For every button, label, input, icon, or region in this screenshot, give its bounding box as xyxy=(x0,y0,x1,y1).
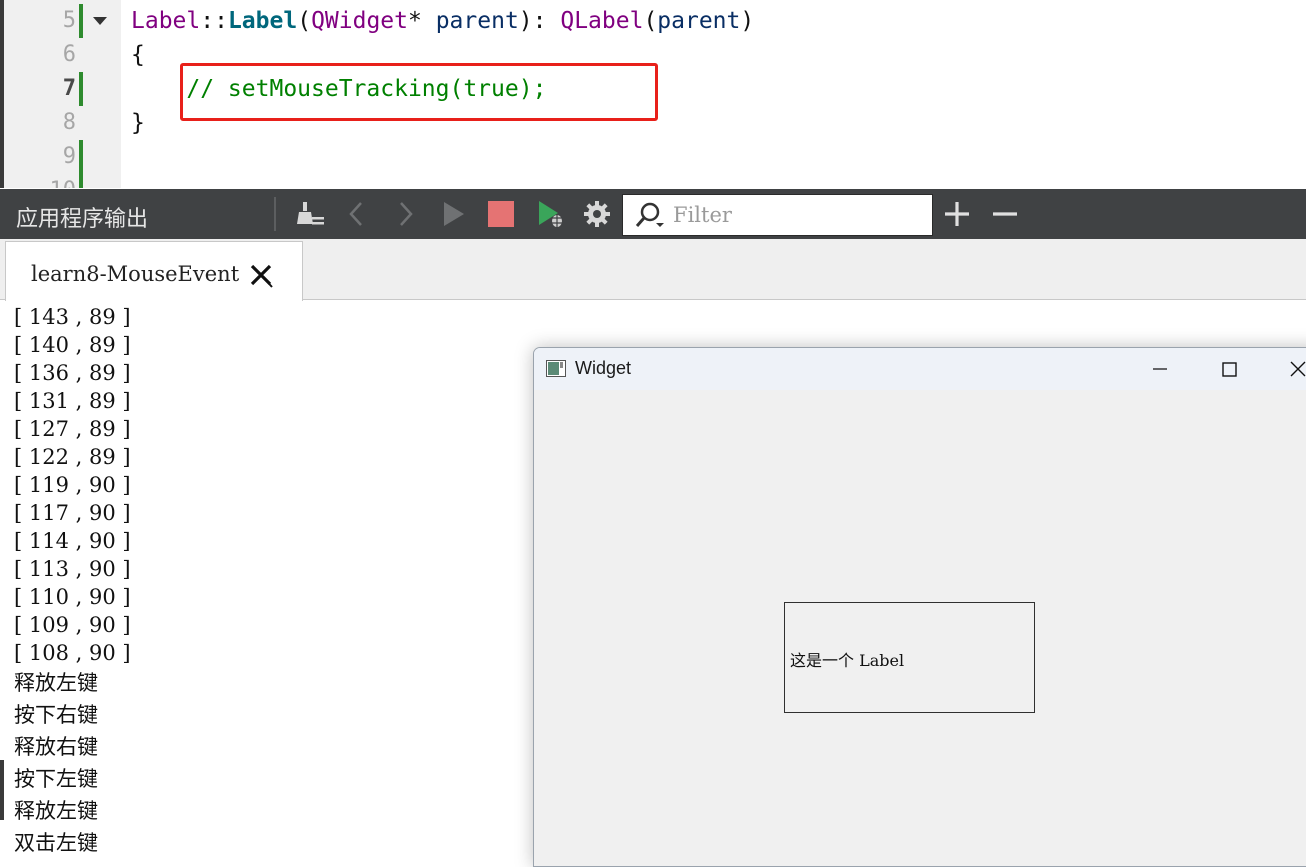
line-number: 8 xyxy=(62,110,76,135)
output-toolbar: 应用程序输出 xyxy=(0,189,1306,239)
maximize-button[interactable] xyxy=(1195,348,1263,390)
line-number: 5 xyxy=(62,8,76,33)
output-pane-title: 应用程序输出 xyxy=(16,207,149,232)
code-token: :: xyxy=(200,8,228,34)
output-line: [ 108 , 90 ] xyxy=(14,641,131,665)
code-token: ( xyxy=(297,8,312,34)
highlight-box xyxy=(180,63,658,121)
output-event-line: 按下右键 xyxy=(14,703,98,727)
widget-window[interactable]: Widget 这是一个 Label xyxy=(533,347,1306,867)
line-number: 10 xyxy=(4,178,77,188)
output-line: [ 143 , 89 ] xyxy=(14,305,131,329)
code-token: ): xyxy=(518,8,561,34)
output-line: [ 109 , 90 ] xyxy=(14,613,131,637)
output-event-line: 释放右键 xyxy=(14,735,98,759)
code-token: QLabel xyxy=(560,8,644,34)
code-token: { xyxy=(131,42,145,68)
window-title-bar[interactable]: Widget xyxy=(534,348,1306,390)
filter-box xyxy=(622,194,933,236)
code-token: } xyxy=(131,110,145,136)
line-number: 9 xyxy=(62,144,76,169)
tab-learn8-mouseevent[interactable]: learn8-MouseEvent xyxy=(5,241,303,301)
change-marker xyxy=(79,140,83,174)
code-token: QWidget xyxy=(311,8,408,34)
output-event-line: 释放左键 xyxy=(14,671,98,695)
debug-run-icon[interactable] xyxy=(534,198,566,230)
minimize-button[interactable] xyxy=(1126,348,1194,390)
output-line: [ 136 , 89 ] xyxy=(14,361,131,385)
code-token: Label xyxy=(227,8,298,34)
output-line: [ 127 , 89 ] xyxy=(14,417,131,441)
code-editor[interactable]: 5 Label::Label(QWidget* parent): QLabel(p… xyxy=(0,0,1306,188)
code-token: parent xyxy=(435,8,519,34)
next-icon[interactable] xyxy=(389,198,421,230)
code-token: parent xyxy=(657,8,741,34)
code-token: ) xyxy=(740,8,755,34)
close-button[interactable] xyxy=(1264,348,1306,390)
fold-arrow-icon[interactable] xyxy=(93,17,107,25)
maximize-icon xyxy=(1222,362,1237,377)
output-event-line: 双击左键 xyxy=(14,831,98,855)
change-marker xyxy=(79,72,83,106)
qlabel-text: 这是一个 Label xyxy=(790,651,905,670)
window-title: Widget xyxy=(575,358,632,378)
code-line[interactable]: 10 xyxy=(0,174,1306,188)
output-line: [ 119 , 90 ] xyxy=(14,473,131,497)
minus-icon[interactable] xyxy=(989,198,1021,230)
output-event-line: 按下左键 xyxy=(14,767,98,791)
application-output[interactable]: [ 143 , 89 ] [ 140 , 89 ] [ 136 , 89 ] [ 13… xyxy=(14,303,534,859)
output-line: [ 131 , 89 ] xyxy=(14,389,131,413)
output-line: [ 113 , 90 ] xyxy=(14,557,131,581)
output-line: [ 117 , 90 ] xyxy=(14,501,131,525)
clean-icon[interactable] xyxy=(294,198,326,230)
code-text: Label::Label(QWidget* parent): QLabel(pa… xyxy=(131,8,754,34)
code-token: ( xyxy=(643,8,658,34)
app-window-icon xyxy=(546,360,566,377)
tab-label: learn8-MouseEvent xyxy=(31,262,240,286)
minimize-icon xyxy=(1153,368,1167,370)
search-icon xyxy=(635,202,664,227)
filter-input[interactable] xyxy=(673,201,923,229)
line-number: 7 xyxy=(62,76,76,101)
output-line: [ 114 , 90 ] xyxy=(14,529,131,553)
code-line[interactable]: 5 Label::Label(QWidget* parent): QLabel(p… xyxy=(0,4,1306,38)
change-marker xyxy=(79,174,83,188)
plus-icon[interactable] xyxy=(941,198,973,230)
output-event-line: 释放左键 xyxy=(14,799,98,823)
code-token: Label xyxy=(131,8,201,34)
code-line[interactable]: 9 xyxy=(0,140,1306,174)
toolbar-separator xyxy=(274,197,276,231)
code-text: { xyxy=(131,42,145,68)
line-number: 6 xyxy=(62,42,76,67)
close-icon xyxy=(1290,361,1306,377)
code-text: } xyxy=(131,110,145,136)
output-line: [ 140 , 89 ] xyxy=(14,333,131,357)
run-icon[interactable] xyxy=(437,198,469,230)
settings-icon[interactable] xyxy=(581,198,613,230)
output-tab-bar: learn8-MouseEvent xyxy=(0,239,1306,301)
qlabel-box[interactable]: 这是一个 Label xyxy=(784,602,1035,713)
change-marker xyxy=(79,4,83,38)
code-token: * xyxy=(408,8,436,34)
output-line: [ 122 , 89 ] xyxy=(14,445,131,469)
pane-left-border xyxy=(0,760,4,820)
prev-icon[interactable] xyxy=(341,198,373,230)
close-icon[interactable] xyxy=(248,262,274,288)
output-line: [ 110 , 90 ] xyxy=(14,585,131,609)
stop-icon[interactable] xyxy=(485,198,517,230)
